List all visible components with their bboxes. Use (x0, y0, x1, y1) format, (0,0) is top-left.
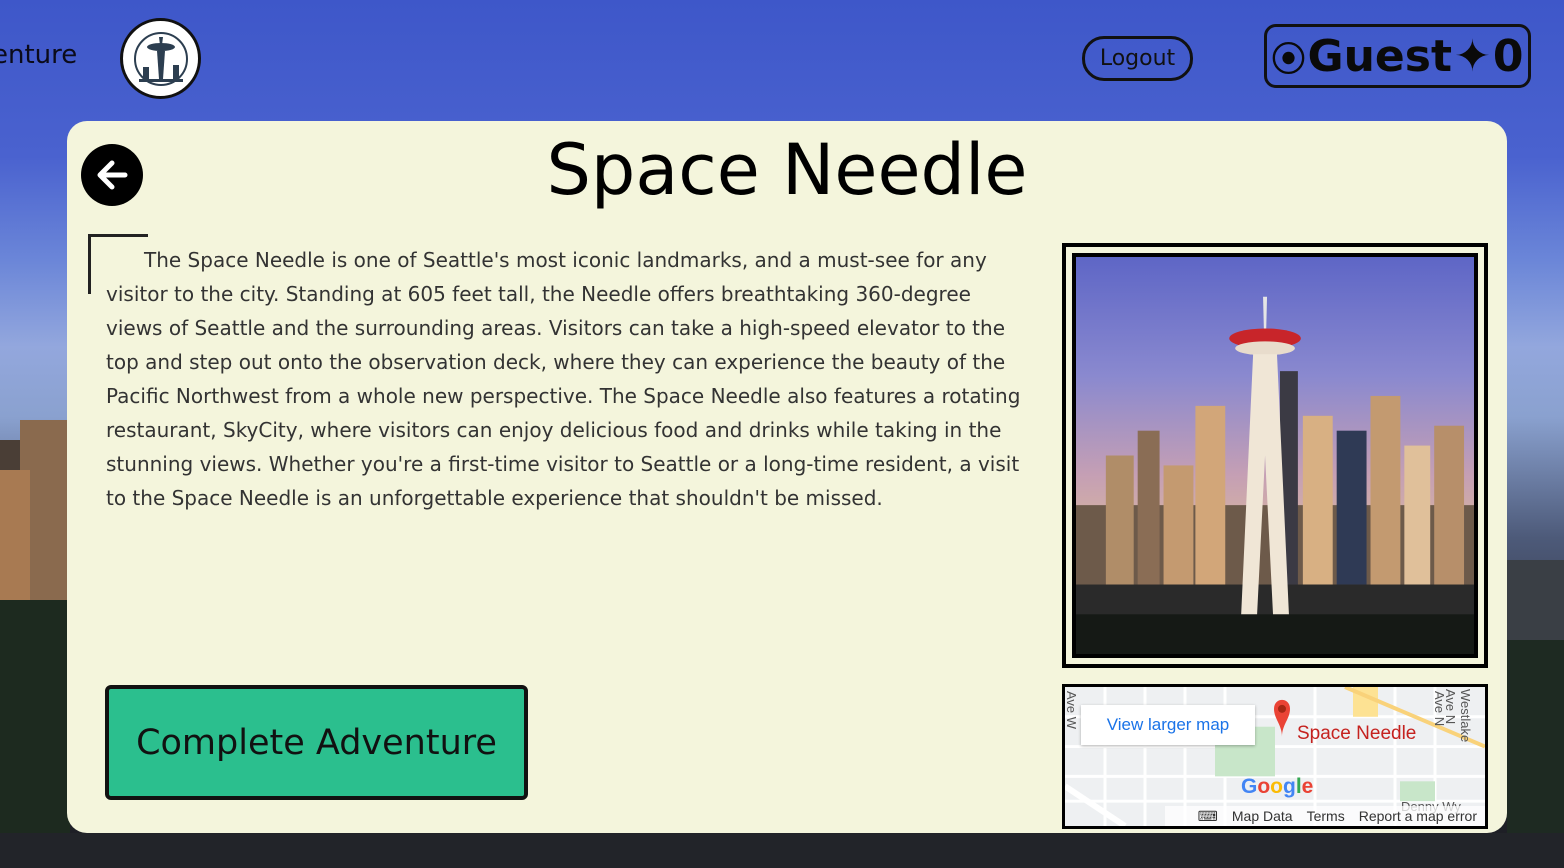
page-title: Space Needle (546, 129, 1028, 211)
user-status-badge[interactable]: ⦿ Guest ✦ 0 (1264, 24, 1531, 88)
report-map-error-link[interactable]: Report a map error (1359, 808, 1477, 824)
map-data-link[interactable]: Map Data (1232, 808, 1293, 824)
google-logo: Google (1241, 775, 1314, 798)
space-needle-photo (1072, 253, 1478, 658)
user-name: Guest (1307, 30, 1452, 82)
space-needle-logo-icon[interactable] (120, 18, 201, 99)
location-map[interactable]: Ave W Ave N Westlake Ave N Denny Wy View… (1062, 684, 1488, 829)
keyboard-icon[interactable]: ⌨ (1198, 808, 1218, 825)
user-radio-icon: ⦿ (1271, 39, 1306, 80)
landmark-photo-frame (1062, 243, 1488, 668)
street-label-westlake: Westlake Ave N (1443, 689, 1473, 743)
view-larger-map-link[interactable]: View larger map (1081, 705, 1255, 745)
brand-name: enture (0, 40, 78, 70)
logout-button[interactable]: Logout (1082, 36, 1193, 81)
landmark-card: Space Needle The Space Needle is one of … (67, 121, 1507, 833)
map-terms-link[interactable]: Terms (1307, 808, 1345, 824)
user-points: 0 (1492, 30, 1524, 82)
street-label-ave-w: Ave W (1064, 691, 1079, 730)
map-place-label[interactable]: Space Needle (1297, 723, 1416, 745)
map-footer: ⌨ Map Data Terms Report a map error (1165, 806, 1485, 826)
complete-adventure-button[interactable]: Complete Adventure (105, 685, 528, 800)
landmark-description: The Space Needle is one of Seattle's mos… (106, 248, 1021, 510)
points-star-icon: ✦ (1454, 30, 1491, 82)
